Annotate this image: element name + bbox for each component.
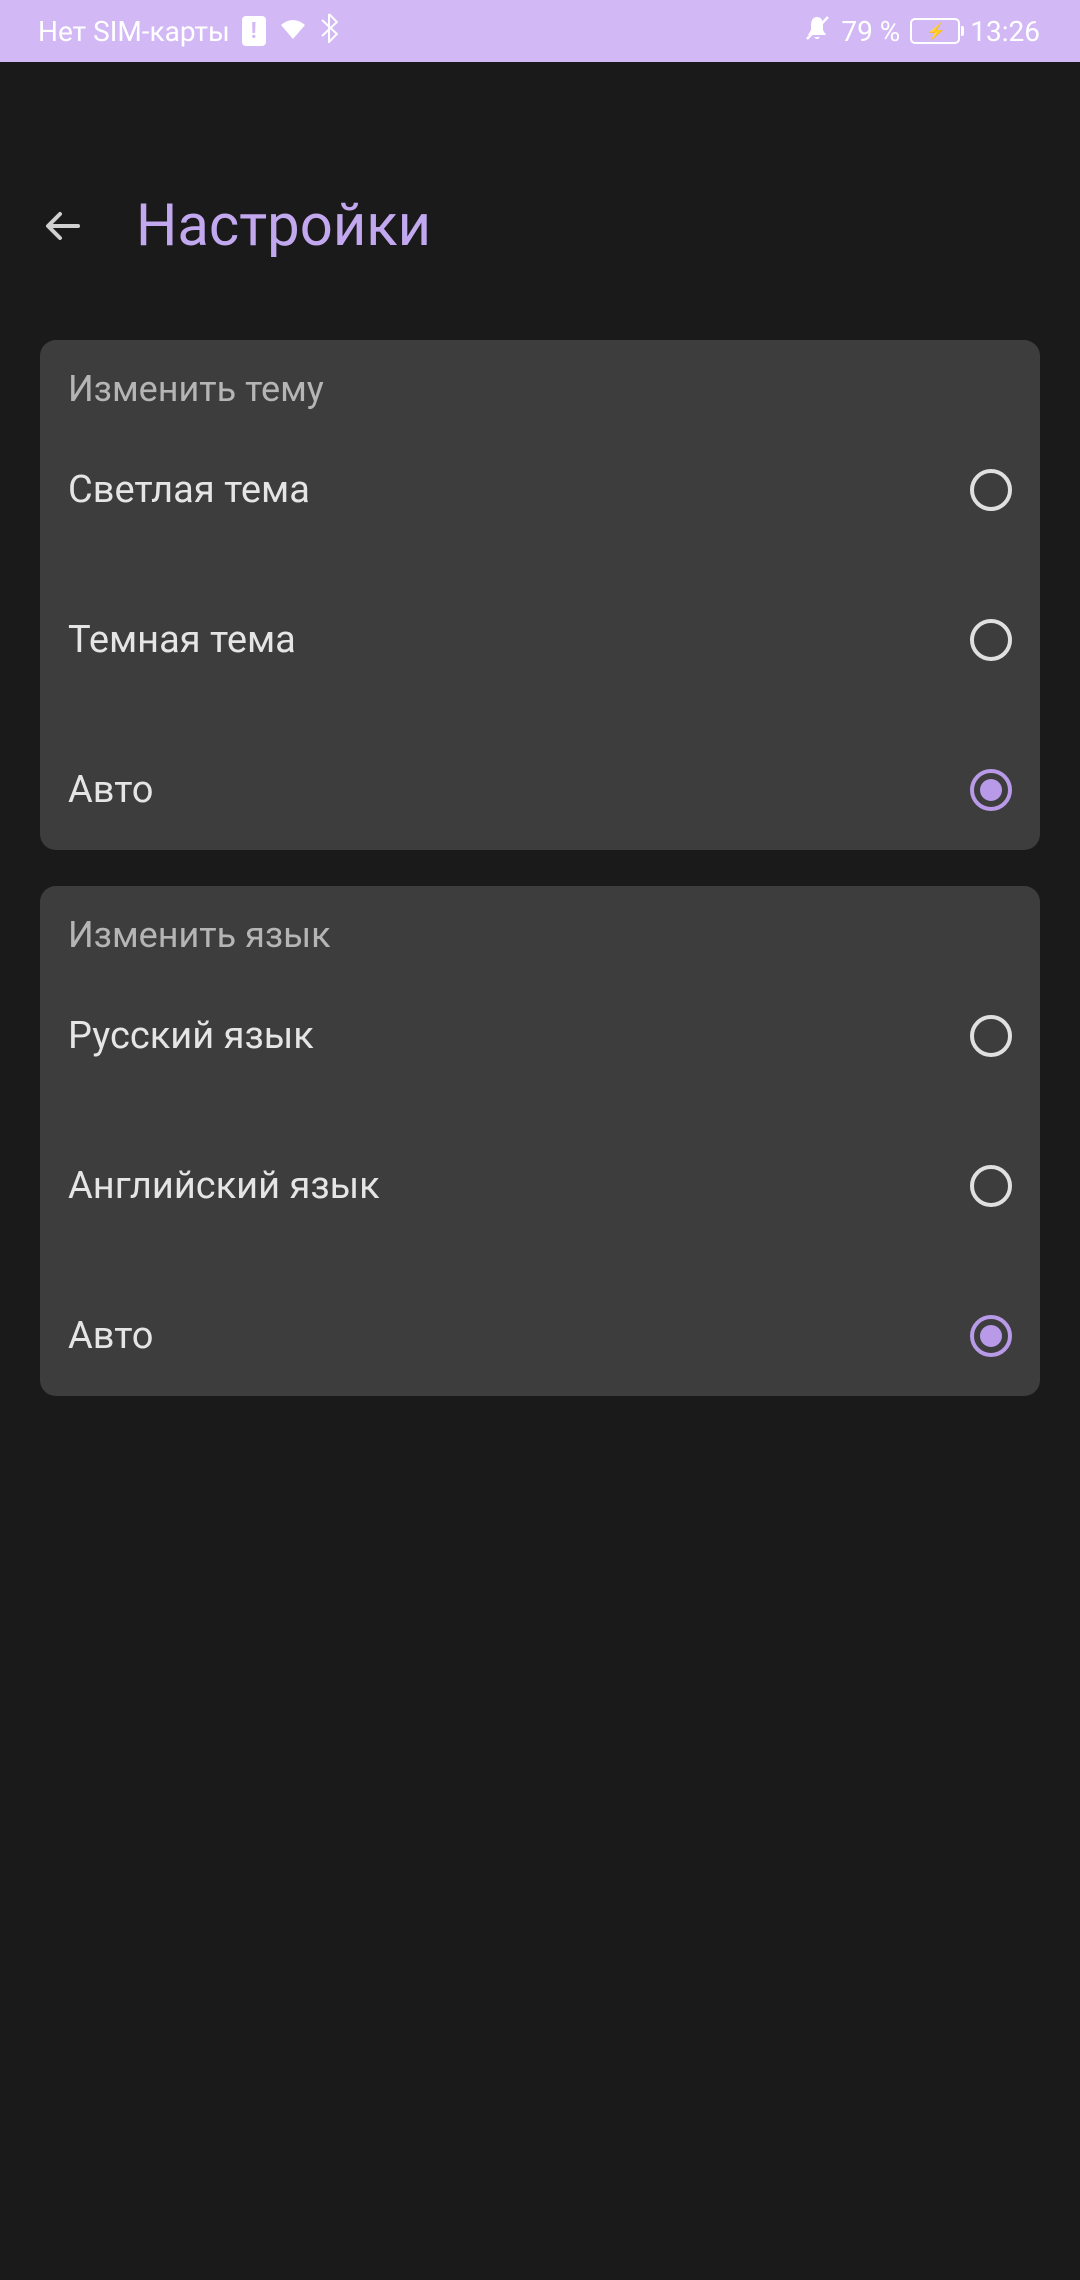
language-option-russian-label: Русский язык: [68, 1014, 314, 1058]
language-option-auto[interactable]: Авто: [68, 1296, 1012, 1386]
sim-warning-icon: !: [242, 16, 266, 46]
theme-option-dark-label: Темная тема: [68, 618, 296, 662]
theme-card: Изменить тему Светлая тема Темная тема А…: [40, 340, 1040, 850]
theme-option-dark[interactable]: Темная тема: [68, 600, 1012, 750]
language-option-auto-label: Авто: [68, 1314, 153, 1358]
theme-option-auto-label: Авто: [68, 768, 153, 812]
language-card-title: Изменить язык: [68, 914, 1012, 956]
battery-icon: ⚡: [910, 18, 960, 44]
page-header: Настройки: [0, 62, 1080, 310]
status-bar: Нет SIM-карты ! 79 % ⚡ 13:26: [0, 0, 1080, 62]
language-card: Изменить язык Русский язык Английский яз…: [40, 886, 1040, 1396]
radio-checked-icon: [970, 769, 1012, 811]
theme-option-light-label: Светлая тема: [68, 468, 310, 512]
language-option-english-label: Английский язык: [68, 1164, 380, 1208]
wifi-icon: [278, 15, 308, 48]
radio-checked-icon: [970, 1315, 1012, 1357]
theme-option-light[interactable]: Светлая тема: [68, 450, 1012, 600]
mute-icon: [803, 14, 831, 49]
radio-unchecked-icon: [970, 1015, 1012, 1057]
language-option-english[interactable]: Английский язык: [68, 1146, 1012, 1296]
radio-unchecked-icon: [970, 619, 1012, 661]
radio-unchecked-icon: [970, 469, 1012, 511]
sim-status-text: Нет SIM-карты: [38, 15, 230, 48]
back-arrow-icon[interactable]: [40, 202, 88, 250]
bluetooth-icon: [320, 13, 338, 50]
clock-text: 13:26: [970, 15, 1040, 48]
theme-option-auto[interactable]: Авто: [68, 750, 1012, 840]
language-option-russian[interactable]: Русский язык: [68, 996, 1012, 1146]
settings-content: Изменить тему Светлая тема Темная тема А…: [0, 310, 1080, 1462]
status-bar-left: Нет SIM-карты !: [38, 13, 338, 50]
page-title: Настройки: [136, 192, 431, 260]
battery-percent-text: 79 %: [841, 15, 900, 48]
radio-unchecked-icon: [970, 1165, 1012, 1207]
theme-card-title: Изменить тему: [68, 368, 1012, 410]
status-bar-right: 79 % ⚡ 13:26: [803, 14, 1040, 49]
